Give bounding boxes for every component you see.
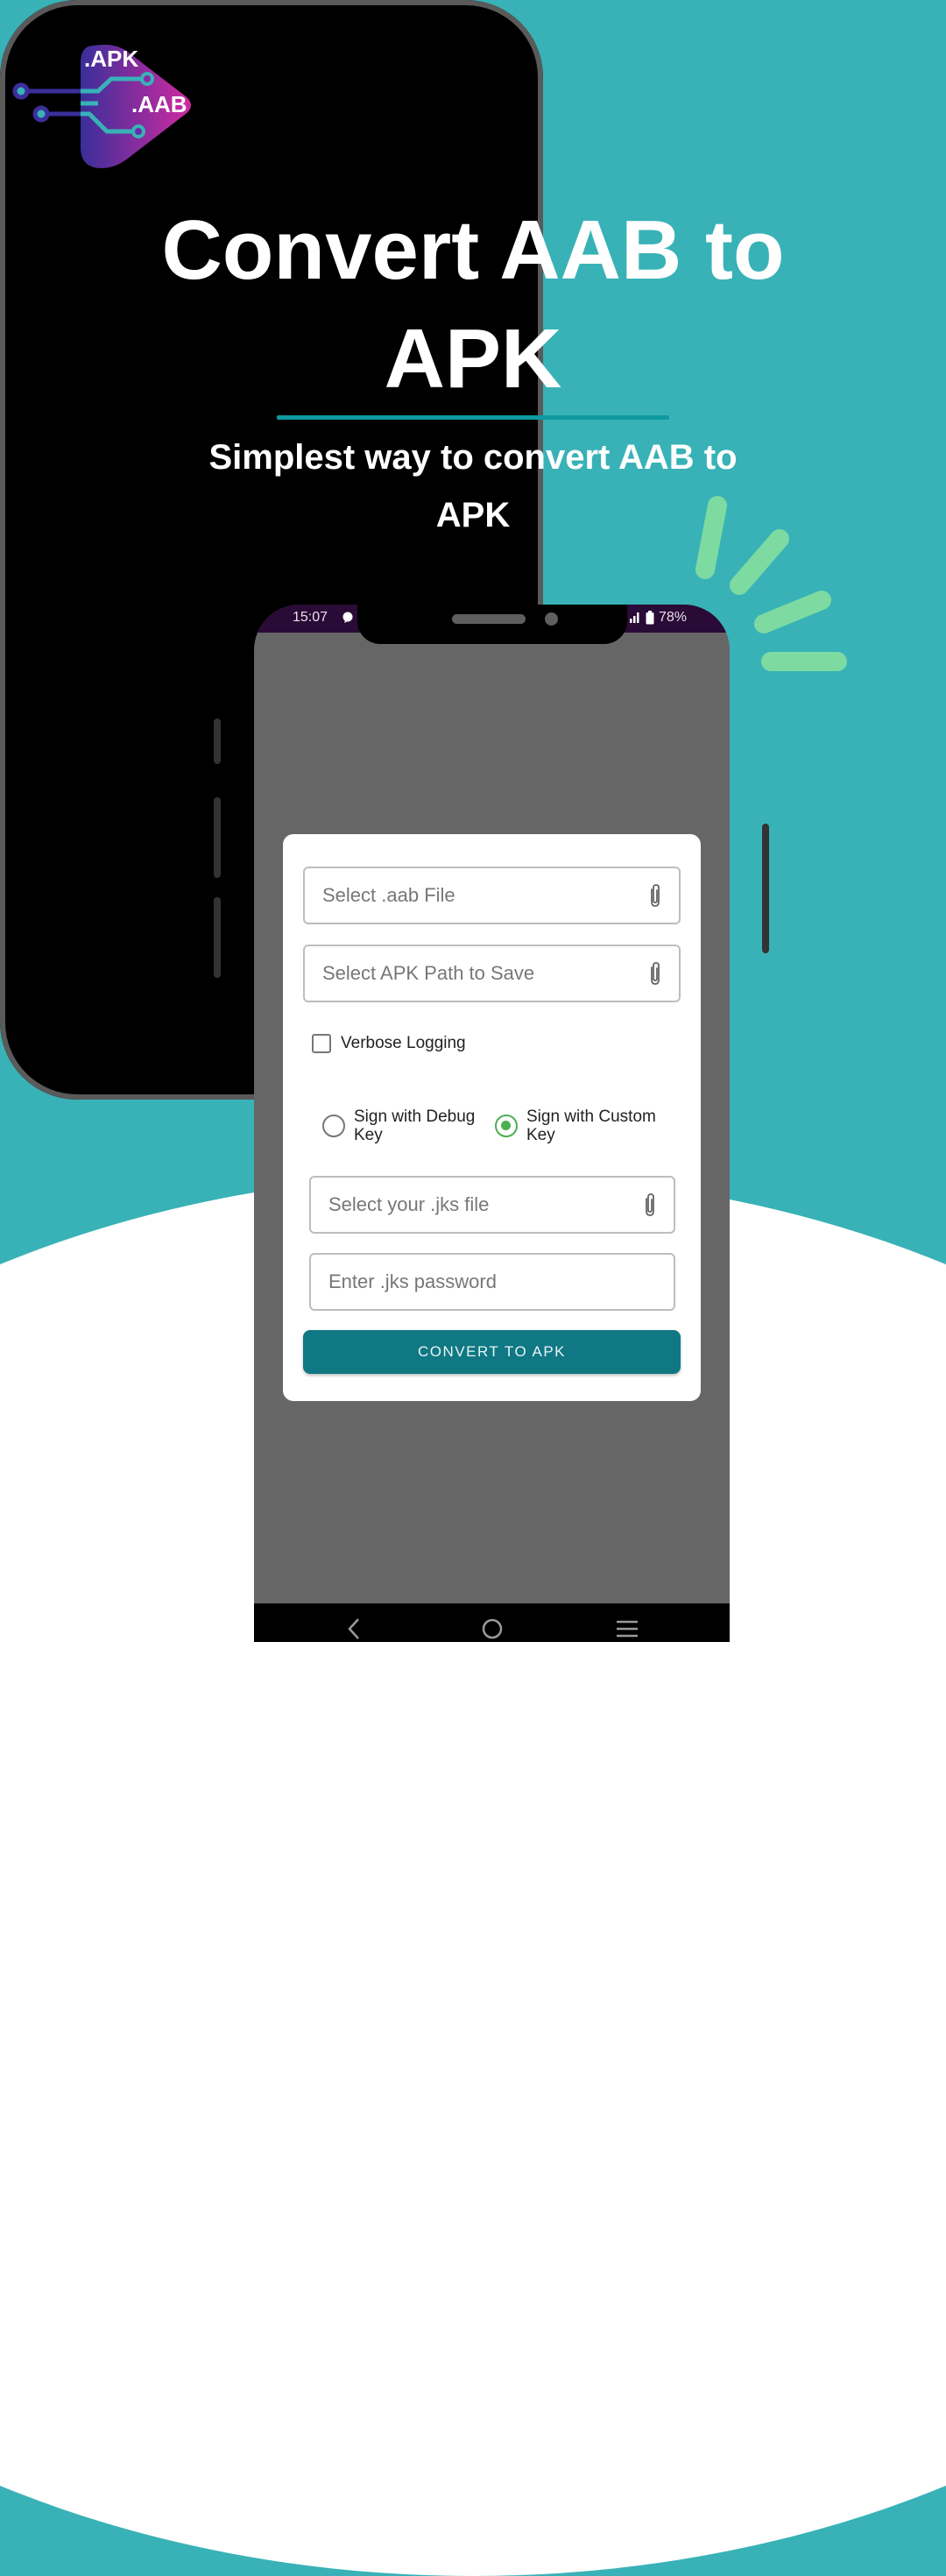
converter-card: Select .aab File Select APK Path to Save… (283, 834, 701, 1401)
apk-save-path-field[interactable]: Select APK Path to Save (303, 945, 681, 1002)
jks-file-placeholder: Select your .jks file (328, 1193, 490, 1215)
logo-aab-text: .AAB (131, 91, 187, 117)
phone-volume-up-button (214, 797, 221, 878)
headline-line-1: Convert AAB to (161, 203, 785, 297)
home-icon[interactable] (481, 1617, 504, 1640)
signal-icon (630, 612, 639, 623)
phone-side-button (214, 718, 221, 764)
phone-power-button (762, 824, 769, 953)
convert-to-apk-button[interactable]: CONVERT TO APK (303, 1330, 681, 1374)
battery-icon (646, 611, 654, 625)
sign-custom-key-label[interactable]: Sign with Custom Key (526, 1108, 667, 1144)
sign-debug-key-label[interactable]: Sign with Debug Key (354, 1108, 494, 1144)
battery-percent: 78% (659, 610, 688, 625)
back-icon[interactable] (347, 1617, 361, 1640)
status-time: 15:07 (293, 610, 328, 625)
message-notification-icon (342, 612, 353, 623)
verbose-logging-checkbox[interactable] (312, 1034, 331, 1053)
attach-icon[interactable] (647, 960, 663, 987)
front-camera (545, 612, 558, 626)
sign-custom-key-radio[interactable] (495, 1115, 518, 1137)
jks-password-field[interactable]: Enter .jks password (309, 1253, 675, 1311)
aab-file-placeholder: Select .aab File (322, 884, 455, 906)
attach-icon[interactable] (647, 882, 663, 909)
app-logo: .APK .AAB (12, 45, 191, 168)
recents-icon[interactable] (616, 1619, 639, 1638)
apk-save-path-placeholder: Select APK Path to Save (322, 962, 535, 984)
sign-debug-key-radio[interactable] (322, 1115, 345, 1137)
headline-line-2: APK (384, 312, 562, 406)
subtitle-line-1: Simplest way to convert AAB to (208, 438, 738, 477)
headline-divider (277, 415, 669, 420)
phone-notch (357, 605, 627, 644)
attach-icon[interactable] (642, 1192, 658, 1218)
verbose-logging-label[interactable]: Verbose Logging (341, 1034, 466, 1053)
phone-volume-down-button (214, 897, 221, 978)
logo-apk-text: .APK (84, 46, 138, 72)
aab-file-field[interactable]: Select .aab File (303, 867, 681, 924)
speaker-grille (452, 614, 526, 624)
jks-file-field[interactable]: Select your .jks file (309, 1176, 675, 1234)
jks-password-placeholder: Enter .jks password (328, 1270, 497, 1292)
